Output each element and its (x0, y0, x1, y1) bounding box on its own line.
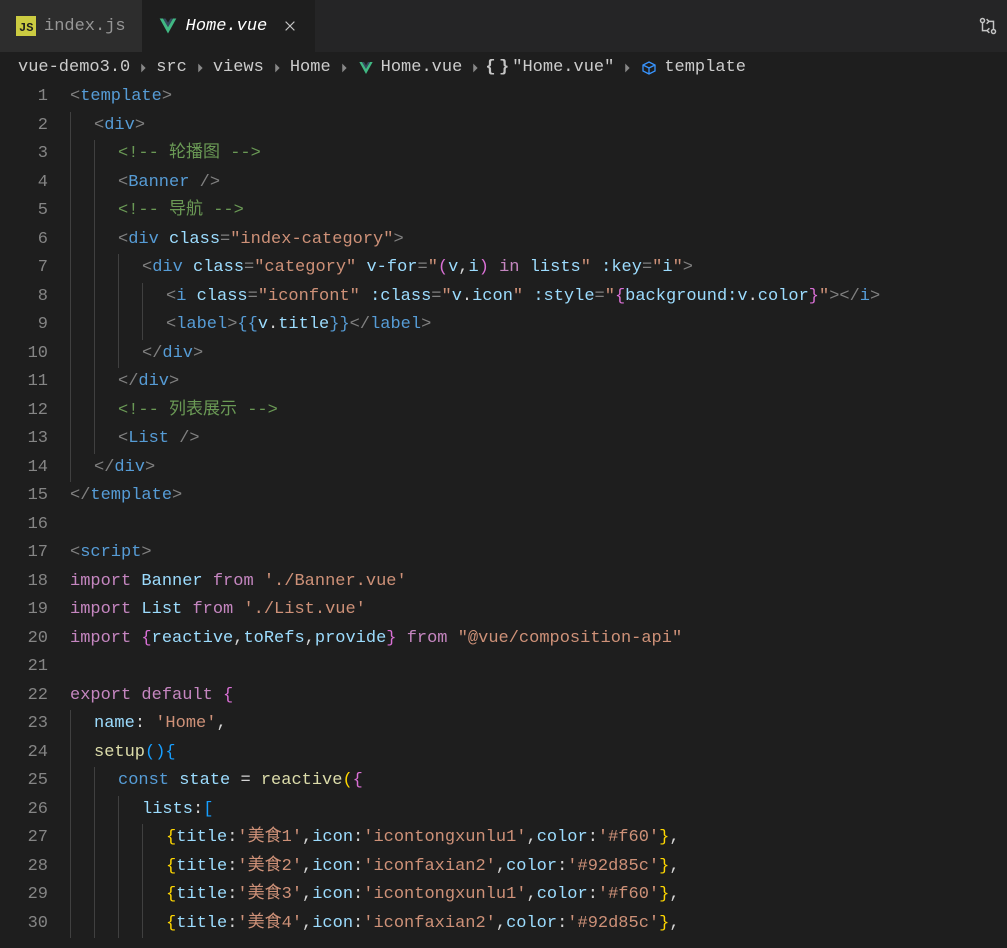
compare-icon[interactable] (977, 15, 999, 37)
breadcrumb[interactable]: vue-demo3.0 src views Home Home.vue { } … (0, 52, 1007, 83)
close-icon[interactable] (281, 17, 299, 35)
braces-icon: { } (488, 59, 506, 77)
tab-label: Home.vue (186, 17, 268, 36)
line-number: 24 (0, 739, 48, 768)
crumb-file[interactable]: Home.vue (357, 58, 463, 77)
line-number: 16 (0, 511, 48, 540)
code-line[interactable]: <i class="iconfont" :class="v.icon" :sty… (70, 283, 1007, 312)
line-number: 20 (0, 625, 48, 654)
code-line[interactable]: <List /> (70, 425, 1007, 454)
code-line[interactable]: export default { (70, 682, 1007, 711)
line-number: 13 (0, 425, 48, 454)
crumb-symbol-template[interactable]: template (640, 58, 746, 77)
code-line[interactable]: </div> (70, 340, 1007, 369)
line-number: 3 (0, 140, 48, 169)
line-number: 27 (0, 824, 48, 853)
line-number: 12 (0, 397, 48, 426)
line-number: 15 (0, 482, 48, 511)
chevron-right-icon (134, 61, 152, 75)
line-number-gutter: 1234567891011121314151617181920212223242… (0, 83, 70, 938)
code-line[interactable]: <script> (70, 539, 1007, 568)
code-line[interactable]: import {reactive,toRefs,provide} from "@… (70, 625, 1007, 654)
line-number: 8 (0, 283, 48, 312)
code-line[interactable]: <!-- 列表展示 --> (70, 397, 1007, 426)
code-line[interactable]: <div> (70, 112, 1007, 141)
line-number: 2 (0, 112, 48, 141)
crumb-views[interactable]: views (213, 58, 264, 77)
tab-index-js[interactable]: JS index.js (0, 0, 142, 52)
line-number: 6 (0, 226, 48, 255)
code-line[interactable]: </div> (70, 368, 1007, 397)
chevron-right-icon (268, 61, 286, 75)
code-line[interactable]: {title:'美食2',icon:'iconfaxian2',color:'#… (70, 853, 1007, 882)
code-line[interactable]: <div class="index-category"> (70, 226, 1007, 255)
code-line[interactable]: <div class="category" v-for="(v,i) in li… (70, 254, 1007, 283)
line-number: 22 (0, 682, 48, 711)
code-line[interactable]: {title:'美食1',icon:'icontongxunlu1',color… (70, 824, 1007, 853)
code-line[interactable]: lists:[ (70, 796, 1007, 825)
line-number: 1 (0, 83, 48, 112)
code-line[interactable]: <!-- 导航 --> (70, 197, 1007, 226)
vue-icon (158, 16, 178, 36)
line-number: 7 (0, 254, 48, 283)
line-number: 26 (0, 796, 48, 825)
line-number: 10 (0, 340, 48, 369)
toolbar-actions (977, 0, 999, 52)
crumb-symbol-object[interactable]: { } "Home.vue" (488, 58, 614, 77)
chevron-right-icon (191, 61, 209, 75)
code-line[interactable]: setup(){ (70, 739, 1007, 768)
cube-icon (640, 59, 658, 77)
chevron-right-icon (618, 61, 636, 75)
code-line[interactable]: <!-- 轮播图 --> (70, 140, 1007, 169)
crumb-src[interactable]: src (156, 58, 187, 77)
svg-text:JS: JS (19, 21, 33, 35)
line-number: 18 (0, 568, 48, 597)
chevron-right-icon (335, 61, 353, 75)
crumb-home[interactable]: Home (290, 58, 331, 77)
code-line[interactable]: </div> (70, 454, 1007, 483)
line-number: 23 (0, 710, 48, 739)
code-content[interactable]: <template><div><!-- 轮播图 --><Banner /><!-… (70, 83, 1007, 938)
code-line[interactable]: const state = reactive({ (70, 767, 1007, 796)
line-number: 11 (0, 368, 48, 397)
chevron-right-icon (466, 61, 484, 75)
tab-label: index.js (44, 17, 126, 36)
code-line[interactable] (70, 653, 1007, 682)
line-number: 21 (0, 653, 48, 682)
line-number: 19 (0, 596, 48, 625)
line-number: 4 (0, 169, 48, 198)
code-line[interactable]: <template> (70, 83, 1007, 112)
code-line[interactable]: name: 'Home', (70, 710, 1007, 739)
tab-home-vue[interactable]: Home.vue (142, 0, 316, 52)
code-line[interactable]: {title:'美食3',icon:'icontongxunlu1',color… (70, 881, 1007, 910)
js-icon: JS (16, 16, 36, 36)
line-number: 17 (0, 539, 48, 568)
code-line[interactable]: </template> (70, 482, 1007, 511)
line-number: 5 (0, 197, 48, 226)
line-number: 30 (0, 910, 48, 939)
line-number: 25 (0, 767, 48, 796)
line-number: 29 (0, 881, 48, 910)
code-line[interactable]: {title:'美食4',icon:'iconfaxian2',color:'#… (70, 910, 1007, 939)
code-line[interactable]: <label>{{v.title}}</label> (70, 311, 1007, 340)
code-line[interactable] (70, 511, 1007, 540)
code-line[interactable]: import Banner from './Banner.vue' (70, 568, 1007, 597)
code-line[interactable]: <Banner /> (70, 169, 1007, 198)
code-editor[interactable]: 1234567891011121314151617181920212223242… (0, 83, 1007, 938)
line-number: 9 (0, 311, 48, 340)
crumb-project[interactable]: vue-demo3.0 (18, 58, 130, 77)
tab-bar: JS index.js Home.vue (0, 0, 1007, 52)
line-number: 28 (0, 853, 48, 882)
vue-icon (357, 59, 375, 77)
line-number: 14 (0, 454, 48, 483)
code-line[interactable]: import List from './List.vue' (70, 596, 1007, 625)
